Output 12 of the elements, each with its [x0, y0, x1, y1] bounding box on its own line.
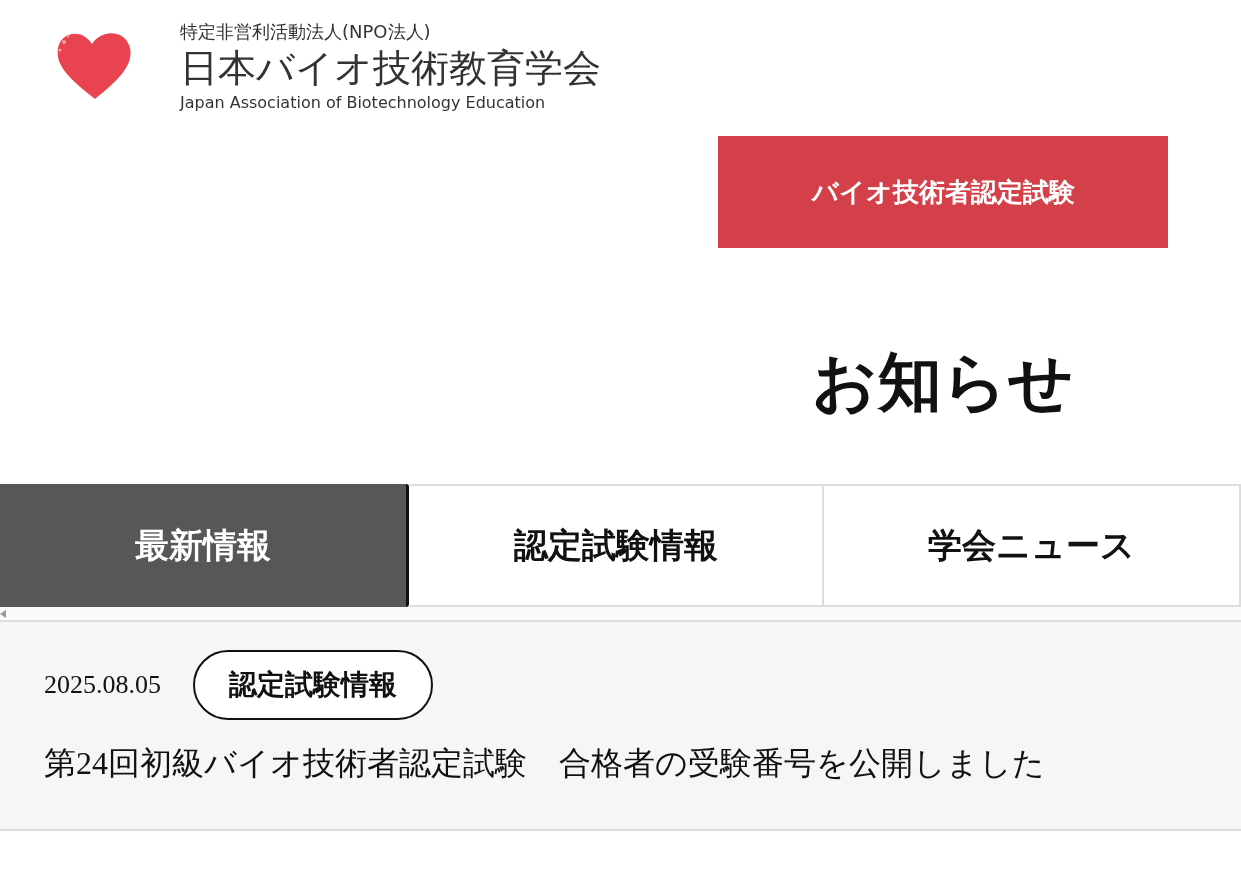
organization-type: 特定非営利活動法人(NPO法人) — [180, 20, 432, 44]
category-tab[interactable]: 認定試験情報 — [409, 484, 824, 607]
category-tab[interactable]: 学会ニュース — [824, 484, 1241, 607]
category-tab[interactable]: 最新情報 — [0, 484, 409, 607]
news-date: 2025.08.05 — [44, 670, 161, 700]
news-title-link[interactable]: 第24回初級バイオ技術者認定試験 合格者の受験番号を公開しました — [44, 742, 1197, 786]
organization-english-name: Japan Association of Biotechnology Education — [180, 92, 547, 114]
exam-button[interactable]: バイオ技術者認定試験 — [718, 136, 1168, 248]
page-heading: お知らせ — [812, 346, 1074, 420]
scroll-left-icon[interactable] — [0, 609, 6, 618]
category-tag[interactable]: 認定試験情報 — [193, 650, 433, 720]
organization-name: 日本バイオ技術教育学会 — [180, 45, 601, 92]
